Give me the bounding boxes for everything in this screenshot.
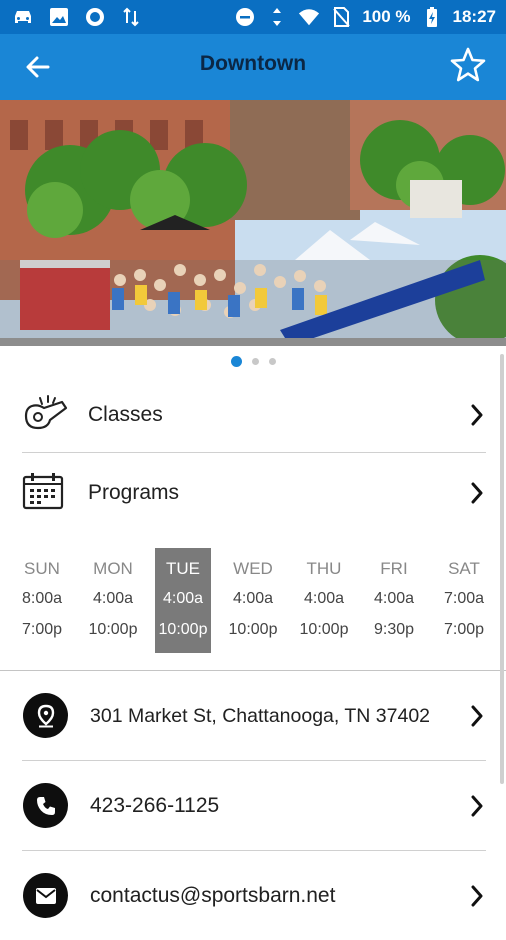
close-time: 10:00p bbox=[299, 621, 349, 638]
day-column-sat: SAT 7:00a 7:00p bbox=[435, 548, 493, 653]
close-time: 7:00p bbox=[443, 621, 485, 638]
location-photo bbox=[0, 100, 506, 346]
programs-label: Programs bbox=[88, 481, 180, 504]
phone-icon bbox=[23, 783, 68, 828]
address-text: 301 Market St, Chattanooga, TN 37402 bbox=[90, 704, 431, 727]
divider bbox=[22, 452, 486, 453]
programs-row[interactable]: Programs bbox=[0, 456, 506, 530]
close-time: 9:30p bbox=[373, 621, 415, 638]
favorite-button[interactable] bbox=[448, 45, 488, 85]
open-time: 4:00a bbox=[162, 590, 204, 607]
battery-charging-icon bbox=[421, 6, 443, 28]
classes-row[interactable]: Classes bbox=[0, 378, 506, 452]
page-title: Downtown bbox=[199, 52, 307, 75]
record-icon bbox=[84, 6, 106, 28]
hero-image-carousel[interactable] bbox=[0, 100, 506, 346]
open-time: 8:00a bbox=[21, 590, 63, 607]
scrollbar[interactable] bbox=[500, 354, 504, 784]
chevron-right-icon bbox=[468, 479, 486, 507]
battery-percent: 100 % bbox=[362, 7, 411, 26]
divider bbox=[22, 760, 486, 761]
day-name: WED bbox=[233, 559, 273, 578]
close-time: 10:00p bbox=[228, 621, 278, 638]
car-icon bbox=[12, 6, 34, 28]
status-bar: 100 % 18:27 bbox=[0, 0, 506, 34]
close-time: 10:00p bbox=[158, 621, 208, 638]
day-name: SUN bbox=[24, 559, 60, 578]
chevron-right-icon bbox=[468, 702, 486, 730]
hours-grid: SUN 8:00a 7:00p MON 4:00a 10:00p TUE 4:0… bbox=[0, 548, 506, 653]
close-time: 7:00p bbox=[21, 621, 63, 638]
day-column-wed: WED 4:00a 10:00p bbox=[224, 548, 282, 653]
chevron-right-icon bbox=[468, 401, 486, 429]
phone-text: 423-266-1125 bbox=[90, 794, 220, 817]
carousel-dot-1[interactable] bbox=[230, 355, 242, 367]
address-row[interactable]: 301 Market St, Chattanooga, TN 37402 bbox=[0, 672, 506, 760]
day-name: MON bbox=[93, 559, 133, 578]
day-column-fri: FRI 4:00a 9:30p bbox=[365, 548, 423, 653]
email-icon bbox=[23, 873, 68, 918]
day-column-thu: THU 4:00a 10:00p bbox=[295, 548, 353, 653]
chevron-right-icon bbox=[468, 882, 486, 910]
status-bar-notifications bbox=[12, 6, 142, 28]
image-icon bbox=[48, 6, 70, 28]
data-transfer-icon bbox=[120, 6, 142, 28]
day-name: THU bbox=[306, 559, 342, 578]
day-column-tue-today: TUE 4:00a 10:00p bbox=[155, 548, 211, 653]
close-time: 10:00p bbox=[88, 621, 138, 638]
clock-time: 18:27 bbox=[452, 7, 496, 26]
day-column-sun: SUN 8:00a 7:00p bbox=[13, 548, 71, 653]
star-outline-icon bbox=[450, 47, 486, 82]
sync-arrows-icon bbox=[266, 6, 288, 28]
open-time: 4:00a bbox=[373, 590, 415, 607]
carousel-indicator bbox=[0, 354, 506, 368]
wifi-icon bbox=[298, 6, 320, 28]
open-time: 4:00a bbox=[303, 590, 345, 607]
day-column-mon: MON 4:00a 10:00p bbox=[84, 548, 142, 653]
carousel-dot-3[interactable] bbox=[268, 357, 276, 365]
section-divider bbox=[0, 670, 506, 671]
calendar-icon bbox=[22, 472, 64, 515]
email-row[interactable]: contactus@sportsbarn.net bbox=[0, 852, 506, 940]
whistle-icon bbox=[22, 394, 68, 439]
divider bbox=[22, 850, 486, 851]
open-time: 7:00a bbox=[443, 590, 485, 607]
status-bar-system: 100 % 18:27 bbox=[234, 6, 496, 28]
phone-row[interactable]: 423-266-1125 bbox=[0, 762, 506, 850]
open-time: 4:00a bbox=[232, 590, 274, 607]
day-name: FRI bbox=[380, 559, 408, 578]
email-text: contactus@sportsbarn.net bbox=[90, 884, 336, 907]
day-name: TUE bbox=[166, 559, 200, 578]
classes-label: Classes bbox=[88, 403, 163, 426]
carousel-dot-2[interactable] bbox=[251, 357, 259, 365]
app-bar: Downtown bbox=[0, 34, 506, 100]
open-time: 4:00a bbox=[92, 590, 134, 607]
location-pin-icon bbox=[23, 693, 68, 738]
day-name: SAT bbox=[448, 559, 480, 578]
do-not-disturb-icon bbox=[234, 6, 256, 28]
no-sim-icon bbox=[330, 6, 352, 28]
chevron-right-icon bbox=[468, 792, 486, 820]
